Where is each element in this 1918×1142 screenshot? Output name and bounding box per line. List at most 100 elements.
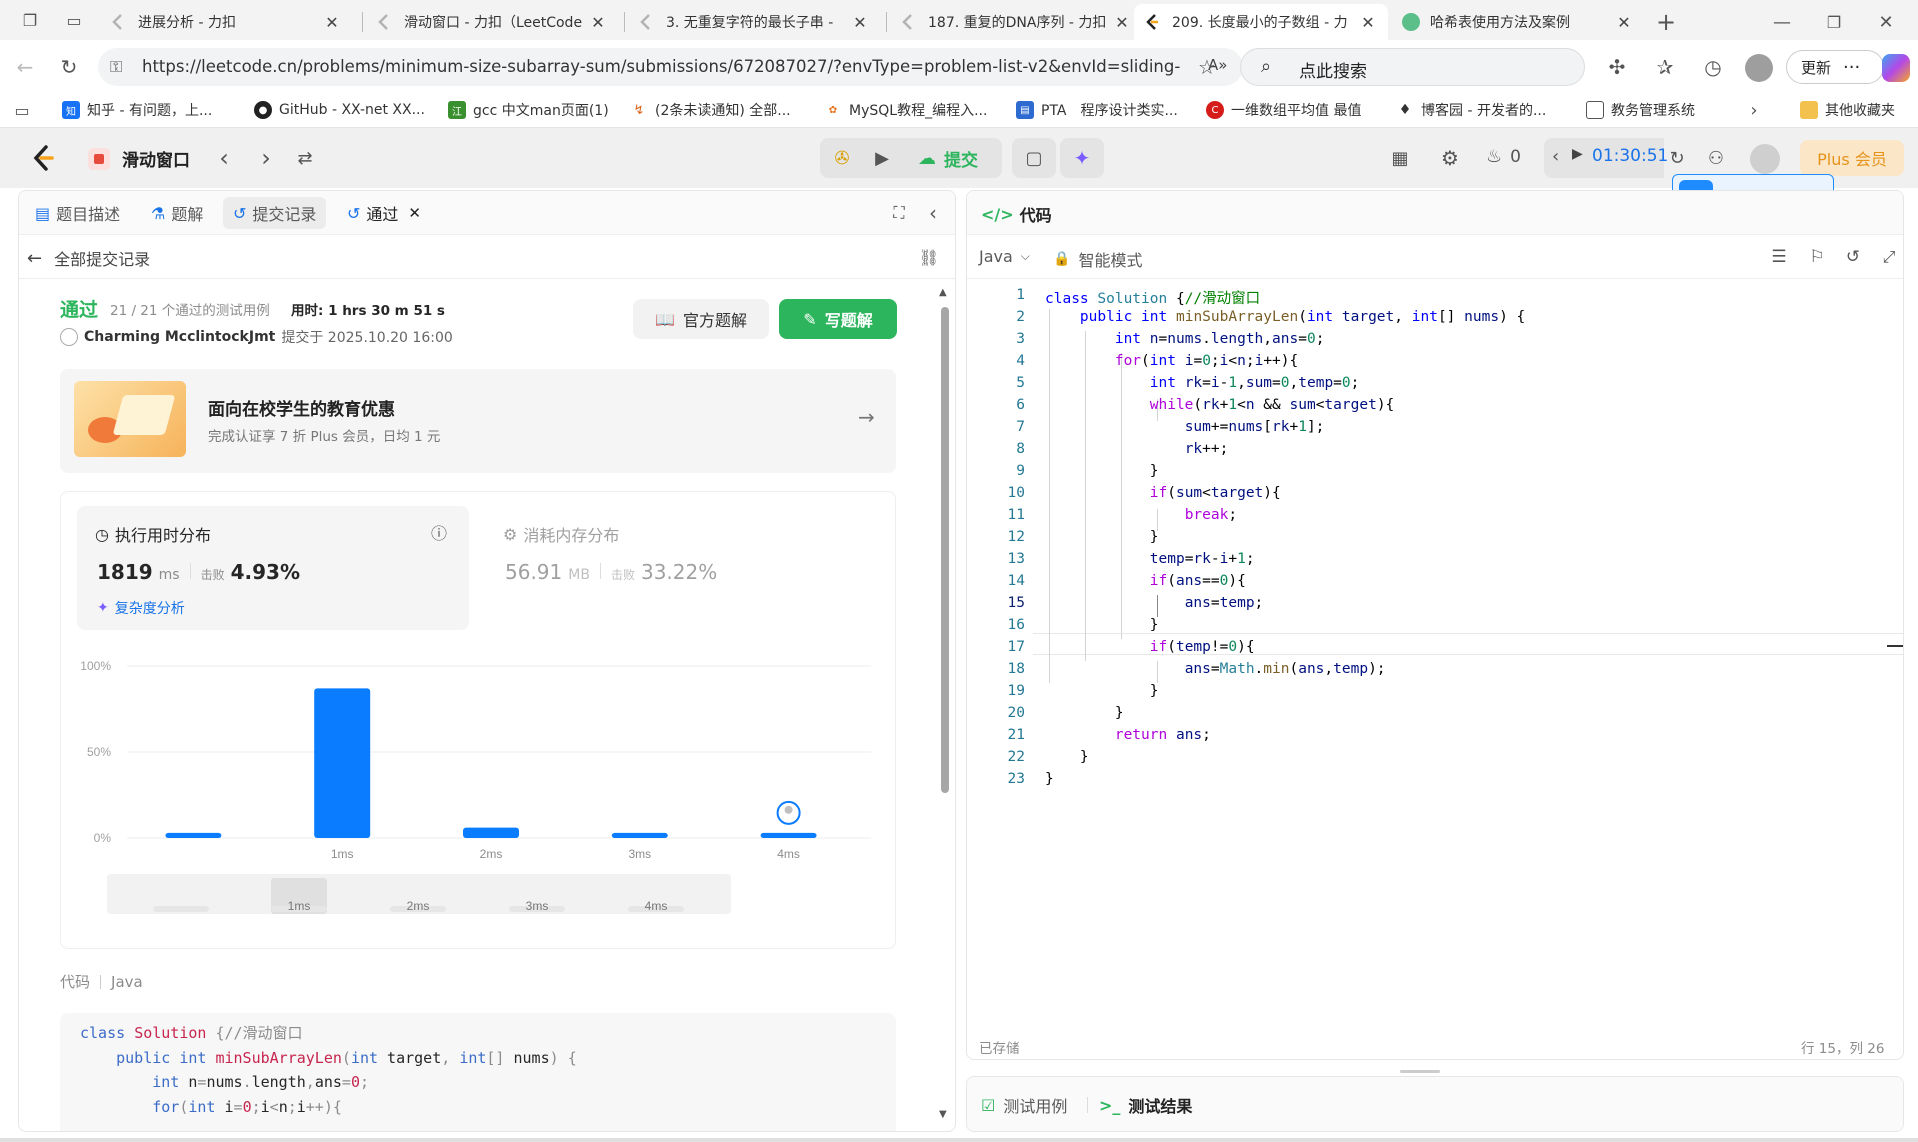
divider (599, 563, 601, 579)
button-label: 写题解 (824, 311, 873, 330)
browser-tab-2[interactable]: 滑动窗口 - 力扣（LeetCode ✕ (366, 4, 618, 40)
bookmark-jiaowu[interactable]: 教务管理系统 (1586, 92, 1695, 128)
bookmark-mysql[interactable]: ✿ MySQL教程_编程入... (824, 92, 987, 128)
back-icon[interactable]: ← (12, 54, 38, 80)
history-icon[interactable]: ◷ (1700, 54, 1726, 80)
run-icon[interactable]: ▶ (866, 142, 898, 174)
close-icon[interactable]: ✕ (408, 204, 421, 222)
tab-submissions[interactable]: ↺ 提交记录 (223, 197, 327, 229)
tab-description[interactable]: ▤ 题目描述 (35, 191, 120, 235)
close-icon[interactable]: ✕ (1614, 13, 1634, 32)
bookmark-notifications[interactable]: ↯ (2条未读通知) 全部... (630, 92, 791, 128)
workspaces-icon[interactable]: ❐ (18, 8, 42, 32)
favorites-icon[interactable]: ✰ (1652, 54, 1678, 80)
sidebar-toggle-icon[interactable]: ▭ (10, 98, 34, 122)
user-avatar[interactable] (1750, 144, 1780, 174)
extensions-icon[interactable]: ✣ (1604, 54, 1630, 80)
timer-collapse-icon[interactable]: ‹ (1552, 146, 1559, 167)
bookmark-cnblogs[interactable]: ♦ 博客园 - 开发者的... (1396, 92, 1546, 128)
streak-counter[interactable]: ♨ 0 (1486, 146, 1521, 167)
smart-mode-toggle[interactable]: 🔒 智能模式 (1053, 247, 1142, 271)
add-friend-icon[interactable]: ⚇ (1702, 144, 1730, 172)
back-to-submissions[interactable]: ← 全部提交记录 (27, 243, 150, 273)
tab-actions-icon[interactable]: ▭ (62, 8, 86, 32)
complexity-analysis-link[interactable]: ✦ 复杂度分析 (97, 598, 185, 618)
tab-solutions[interactable]: ⚗ 题解 (151, 191, 203, 235)
runtime-stats[interactable]: ◷ 执行用时分布 ⓘ 1819 ms 击败 4.93% ✦ 复杂度分析 (77, 506, 469, 630)
notify-icon: ↯ (630, 101, 648, 119)
shuffle-icon[interactable]: ⇄ (292, 144, 318, 172)
minimize-icon[interactable]: — (1768, 8, 1796, 36)
browser-tab-1[interactable]: 进展分析 - 力扣 ✕ (100, 4, 352, 40)
resize-handle[interactable] (1400, 1070, 1440, 1073)
reload-icon[interactable]: ↻ (56, 54, 82, 80)
format-icon[interactable]: ☰ (1767, 245, 1791, 269)
bookmark-array[interactable]: C 一维数组平均值 最值 (1206, 92, 1361, 128)
plus-member-button[interactable]: Plus 会员 (1800, 140, 1904, 176)
debug-icon[interactable]: ✇ (826, 142, 858, 174)
next-problem-icon[interactable]: › (254, 144, 278, 172)
bookmark-label: 博客园 - 开发者的... (1421, 103, 1547, 119)
terminal-icon: >_ (1099, 1095, 1121, 1115)
browser-tab-5-active[interactable]: 209. 长度最小的子数组 - 力 ✕ (1134, 4, 1388, 40)
close-window-icon[interactable]: ✕ (1872, 8, 1900, 36)
note-button[interactable]: ▢ (1012, 138, 1056, 178)
user-name[interactable]: Charming McclintockJmt (84, 329, 275, 345)
copilot-icon[interactable] (1882, 54, 1910, 82)
reset-code-icon[interactable]: ↺ (1841, 245, 1865, 269)
runtime-distribution-chart[interactable]: 100% 50% 0% 1ms 2ms 3ms 4ms 1ms 2ms 3ms 4ms (61, 642, 895, 942)
education-promo[interactable]: 面向在校学生的教育优惠 完成认证享 7 折 Plus 会员，日均 1 元 → (60, 369, 896, 473)
bookmark-gcc[interactable]: 江 gcc 中文man页面(1) (448, 92, 609, 128)
tab-test-cases[interactable]: ☑ 测试用例 (981, 1093, 1067, 1117)
profile-avatar[interactable] (1745, 54, 1773, 82)
chevron-right-icon[interactable]: › (1742, 98, 1766, 122)
url-text[interactable]: https://leetcode.cn/problems/minimum-siz… (142, 57, 1182, 76)
memory-stats[interactable]: ⚙ 消耗内存分布 56.91 MB 击败 33.22% (485, 506, 877, 630)
scroll-up-icon[interactable]: ▲ (939, 287, 947, 298)
bookmark-zhihu[interactable]: 知知乎 - 有问题，上... (62, 92, 212, 128)
bookmark-pta[interactable]: ▤ PTA 程序设计类实... (1016, 92, 1178, 128)
search-box[interactable]: ⌕ 点此搜索 (1240, 48, 1585, 86)
other-bookmarks[interactable]: 其他收藏夹 (1800, 92, 1895, 128)
fullscreen-icon[interactable]: ⤢ (1877, 245, 1901, 269)
write-solution-button[interactable]: ✎ 写题解 (779, 299, 897, 339)
prev-problem-icon[interactable]: ‹ (212, 144, 236, 172)
close-icon[interactable]: ✕ (1358, 13, 1378, 32)
collapse-panel-icon[interactable]: ‹ (921, 201, 945, 225)
code-area[interactable]: 1 class Solution {//滑动窗口 2 public int min… (967, 287, 1903, 1007)
timer-play-icon[interactable]: ▶ (1572, 146, 1583, 162)
tab-test-results[interactable]: >_ 测试结果 (1099, 1093, 1192, 1117)
browser-tab-3[interactable]: 3. 无重复字符的最长子串 - ✕ (628, 4, 880, 40)
tab-code[interactable]: </> 代码 (981, 202, 1052, 226)
close-icon[interactable]: ✕ (850, 13, 870, 32)
info-icon[interactable]: ⓘ (431, 520, 447, 544)
submit-button[interactable]: ☁ 提交 (904, 142, 998, 174)
bookmark-icon[interactable]: ⚐ (1805, 245, 1829, 269)
tab-accepted[interactable]: ↺ 通过 ✕ (347, 191, 421, 235)
close-icon[interactable]: ✕ (588, 13, 608, 32)
timer-reset-icon[interactable]: ↻ (1664, 144, 1690, 172)
new-tab-icon[interactable]: + (1652, 8, 1680, 36)
scroll-down-icon[interactable]: ▼ (939, 1109, 947, 1120)
scroll-thumb[interactable] (941, 307, 949, 793)
close-icon[interactable]: ✕ (1112, 13, 1132, 32)
ai-assist-button[interactable]: ✦ (1060, 138, 1104, 178)
official-solution-button[interactable]: 📖 官方题解 (633, 299, 769, 339)
site-info-icon[interactable]: ⚿ (110, 57, 122, 77)
share-link-icon[interactable]: ⛓ (917, 245, 941, 269)
favorite-star-icon[interactable]: ☆ (1194, 54, 1220, 80)
language-select[interactable]: Java ⌵ (979, 247, 1030, 266)
close-icon[interactable]: ✕ (322, 13, 342, 32)
settings-gear-icon[interactable]: ⚙ (1436, 144, 1464, 172)
leetcode-logo[interactable] (30, 144, 58, 172)
problem-list-title[interactable]: 滑动窗口 (122, 146, 190, 171)
maximize-icon[interactable]: ⛶ (887, 201, 911, 225)
restore-icon[interactable]: ❐ (1820, 8, 1848, 36)
url-bar[interactable]: ⚿ https://leetcode.cn/problems/minimum-s… (98, 48, 1243, 86)
layout-icon[interactable]: ▦ (1386, 144, 1414, 172)
browser-tab-6[interactable]: 哈希表使用方法及案例 ✕ (1392, 4, 1644, 40)
browser-tab-4[interactable]: 187. 重复的DNA序列 - 力扣 ✕ (890, 4, 1142, 40)
left-scrollbar[interactable]: ▲ ▼ (939, 287, 951, 1125)
bookmark-github[interactable]: ● GitHub - XX-net XX... (254, 92, 425, 128)
update-button[interactable]: 更新 ··· (1786, 50, 1884, 84)
